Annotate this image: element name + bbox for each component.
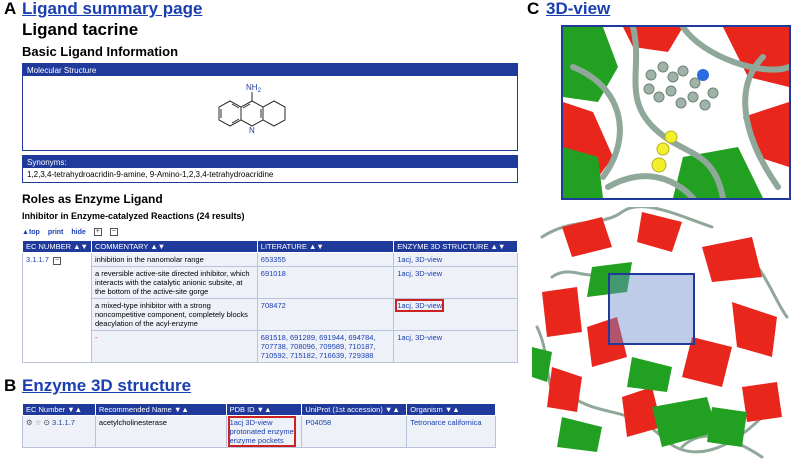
col-ec-number[interactable]: EC Number ▼▲ [22,403,96,416]
literature-link[interactable]: 653355 [261,255,286,264]
structure-link[interactable]: 1acj, 3D-view [397,333,442,342]
panel-b-title: Enzyme 3D structure [22,376,192,395]
protonated-enzyme-link[interactable]: protonated enzyme [230,427,294,436]
enzyme-3d-table: EC Number ▼▲ Recommended Name ▼▲ PDB ID … [22,403,496,448]
top-link[interactable]: ▲top [22,229,40,236]
ec-cell: ⚙ ☆ ⊙ 3.1.1.7 [22,415,96,448]
table-row: 3.1.1.7 − inhibition in the nanomolar ra… [22,252,518,363]
roles-heading: Roles as Enzyme Ligand [22,192,163,206]
structure-link-highlighted[interactable]: 1acj, 3D-view [395,299,445,312]
nh2-label: NH2 [246,83,262,94]
basic-info-heading: Basic Ligand Information [22,44,179,59]
zoomed-protein-image [563,27,789,198]
hide-link[interactable]: hide [71,229,85,236]
table-header-row: EC Number ▼▲ Recommended Name ▼▲ PDB ID … [22,403,496,416]
molecular-structure-box: Molecular Structure NH2 N [22,63,518,151]
table-header-row: EC NUMBER ▲▼ COMMENTARY ▲▼ LITERATURE ▲▼… [22,240,518,253]
enzyme-pockets-link[interactable]: enzyme pockets [230,436,294,445]
expand-icon[interactable]: + [93,228,102,236]
pdb-cell: 1acj 3D-view protonated enzyme enzyme po… [225,415,303,448]
ec-number-link[interactable]: 3.1.1.7 [26,255,49,264]
table-toolbar: ▲top print hide + − [22,228,118,236]
full-protein-image [532,207,794,461]
collapse-icon[interactable]: − [53,257,62,265]
molecular-structure-label: Molecular Structure [23,64,517,76]
literature-link[interactable]: 691018 [261,269,286,278]
inhibitor-table: EC NUMBER ▲▼ COMMENTARY ▲▼ LITERATURE ▲▼… [22,240,518,363]
ec-number-link[interactable]: 3.1.1.7 [52,418,75,427]
table-row: a reversible active-site directed inhibi… [23,266,518,299]
table-row: - 681518, 691289, 691944, 694784, 707738… [23,330,518,363]
commentary-cell: a mixed-type inhibitor with a strong non… [90,298,258,331]
zoom-region-box [608,273,695,345]
col-ec-number[interactable]: EC NUMBER ▲▼ [22,240,92,253]
table-row: ⚙ ☆ ⊙ 3.1.1.7 acetylcholinesterase 1acj … [22,415,496,448]
panel-c-title: 3D-view [546,0,611,18]
binoculars-icon[interactable]: ⊙ [44,418,50,427]
tacrine-structure-image: NH2 N [218,83,286,135]
full-protein-view[interactable] [532,207,794,461]
col-recommended-name[interactable]: Recommended Name ▼▲ [94,403,227,416]
zoomed-3d-view[interactable] [561,25,791,200]
col-uniprot[interactable]: UniProt (1st accession) ▼▲ [301,403,408,416]
panel-a-title: Ligand summary page [22,0,203,18]
col-commentary[interactable]: COMMENTARY ▲▼ [90,240,258,253]
uniprot-link[interactable]: P04058 [305,418,331,427]
synonyms-text: 1,2,3,4-tetrahydroacridin-9-amine, 9-Ami… [27,170,274,179]
pdb-3d-view-link[interactable]: 1acj 3D-view [230,418,294,427]
up-arrow-icon: ▲ [22,228,29,236]
synonyms-label: Synonyms: [23,156,517,168]
collapse-icon[interactable]: − [109,228,118,236]
panel-a-letter: A [4,0,17,18]
table-row: a mixed-type inhibitor with a strong non… [23,298,518,331]
commentary-cell: inhibition in the nanomolar range [90,252,258,267]
print-link[interactable]: print [48,229,64,236]
panel-b-letter: B [4,376,17,395]
commentary-cell: a reversible active-site directed inhibi… [90,266,258,299]
col-enzyme-3d[interactable]: ENZYME 3D STRUCTURE ▲▼ [393,240,518,253]
nitrogen-atom [697,69,709,81]
literature-links[interactable]: 681518, 691289, 691944, 694784, 707738, … [261,333,376,360]
col-pdb-id[interactable]: PDB ID ▼▲ [225,403,303,416]
inhibitor-heading: Inhibitor in Enzyme-catalyzed Reactions … [22,211,245,221]
panel-c-letter: C [527,0,540,18]
synonyms-box: Synonyms: 1,2,3,4-tetrahydroacridin-9-am… [22,155,518,183]
commentary-cell: - [90,330,258,363]
col-literature[interactable]: LITERATURE ▲▼ [256,240,395,253]
organism-link[interactable]: Tetronarce californica [410,418,481,427]
star-icon[interactable]: ☆ [35,418,42,427]
ring-nitrogen-label: N [249,126,255,135]
ec-cell: 3.1.1.7 − [22,252,92,363]
col-organism[interactable]: Organism ▼▲ [406,403,496,416]
literature-link[interactable]: 708472 [261,301,286,310]
structure-link[interactable]: 1acj, 3D-view [397,269,442,278]
structure-link[interactable]: 1acj, 3D-view [397,255,442,264]
page-title: Ligand tacrine [22,20,139,39]
recommended-name-cell: acetylcholinesterase [94,415,227,448]
pdb-icon[interactable]: ⚙ [26,418,33,427]
